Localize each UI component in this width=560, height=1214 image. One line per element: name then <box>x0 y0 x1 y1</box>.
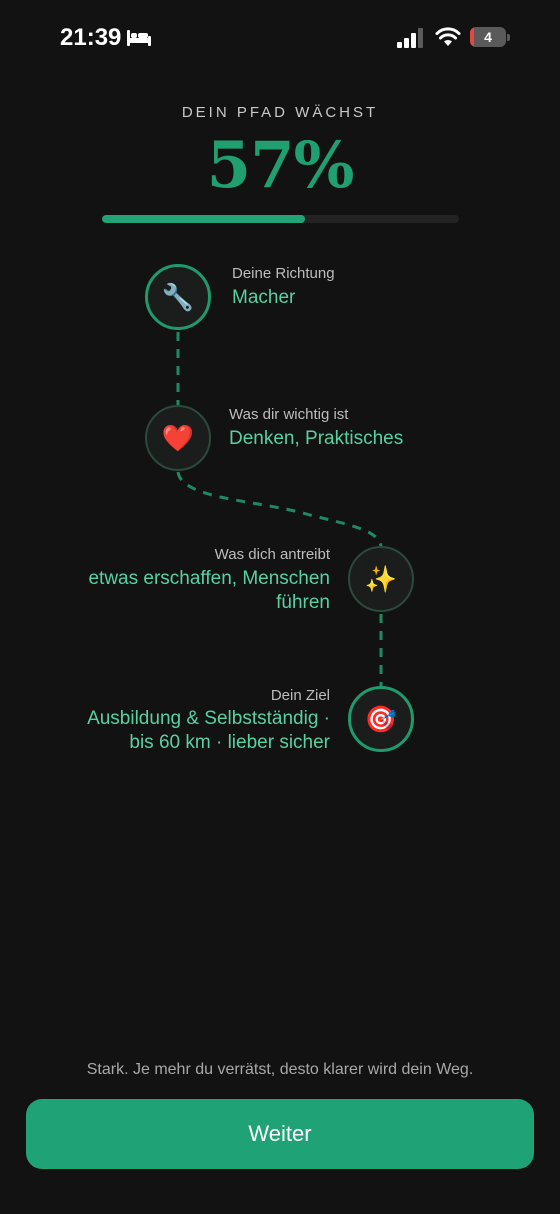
continue-button[interactable]: Weiter <box>26 1099 534 1169</box>
path-node-label-direction: Deine Richtung <box>232 265 335 282</box>
path-node-value-drive-line2: führen <box>276 592 330 613</box>
path-node-value-values: Denken, Praktisches <box>229 428 404 449</box>
path-node-value-drive-line1: etwas erschaffen, Menschen <box>88 568 330 589</box>
path-connector <box>176 332 383 686</box>
path-node-label-drive: Was dich antreibt <box>214 546 330 563</box>
path-node-value-goal-line1: Ausbildung & Selbstständig · <box>87 708 330 729</box>
encouragement-text: Stark. Je mehr du verrätst, desto klarer… <box>86 1061 474 1078</box>
wrench-icon: 🔧 <box>145 264 211 330</box>
path-node-value-goal-line2: bis 60 km · lieber sicher <box>129 732 330 753</box>
heart-icon: ❤️ <box>145 405 211 471</box>
target-icon: 🎯 <box>348 686 414 752</box>
path-node-value-goal: Ausbildung & Selbstständig · bis 60 km ·… <box>87 707 330 755</box>
path-node-value-direction: Macher <box>232 287 296 308</box>
sparkles-icon: ✨ <box>348 546 414 612</box>
path-node-value-drive: etwas erschaffen, Menschen führen <box>88 567 330 615</box>
path-node-label-goal: Dein Ziel <box>270 687 330 704</box>
path-node-label-values: Was dir wichtig ist <box>229 406 349 423</box>
